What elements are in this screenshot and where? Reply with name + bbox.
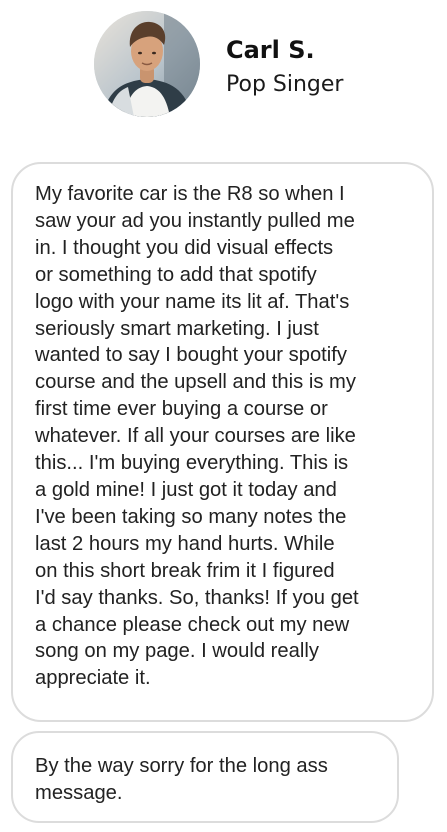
message-line: saw your ad you instantly pulled me	[35, 209, 355, 232]
message-line: in. I thought you did visual effects	[35, 236, 334, 259]
message-bubble: By the way sorry for the long ass messag…	[11, 731, 399, 823]
message-line: I've been taking so many notes the	[35, 505, 347, 528]
profile-role: Pop Singer	[226, 72, 344, 97]
message-line: course and the upsell and this is my	[35, 371, 356, 394]
message-line: a gold mine! I just got it today and	[35, 478, 337, 501]
message-line: seriously smart marketing. I just	[35, 317, 319, 340]
message-line: message.	[35, 781, 123, 804]
message-line: By the way sorry for the long ass	[35, 755, 328, 777]
person-avatar-icon	[94, 11, 200, 117]
message-line: song on my page. I would really	[35, 640, 319, 663]
message-line: appreciate it.	[35, 667, 151, 690]
message-bubble: My favorite car is the R8 so when I saw …	[11, 162, 434, 722]
profile-name: Carl S.	[226, 36, 315, 64]
message-line: I'd say thanks. So, thanks! If you get	[35, 586, 359, 609]
profile-header: Carl S. Pop Singer	[94, 11, 414, 121]
avatar	[94, 11, 200, 117]
message-line: logo with your name its lit af. That's	[35, 290, 350, 313]
message-line: wanted to say I bought your spotify	[35, 344, 347, 367]
message-line: My favorite car is the R8 so when I	[35, 183, 345, 205]
message-line: last 2 hours my hand hurts. While	[35, 532, 335, 555]
message-line: this... I'm buying everything. This is	[35, 452, 349, 475]
message-line: on this short break frim it I figured	[35, 559, 335, 582]
message-line: or something to add that spotify	[35, 263, 317, 286]
message-line: first time ever buying a course or	[35, 398, 328, 421]
message-line: whatever. If all your courses are like	[35, 425, 356, 448]
message-line: a chance please check out my new	[35, 613, 350, 636]
